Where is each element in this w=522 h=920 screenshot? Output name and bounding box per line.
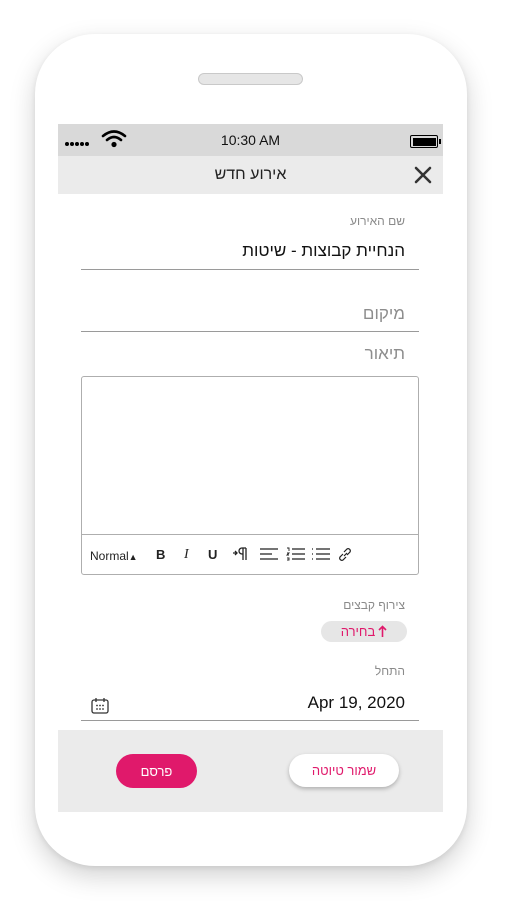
start-label: התחל [374,664,405,678]
page-title: אירוע חדש [214,166,287,183]
ordered-list-icon[interactable] [286,547,306,561]
app-screen: 10:30 AM אירוע חדש שם האירוע הנחיית קבוצ… [58,124,443,812]
bullet-list-icon[interactable] [311,547,331,561]
description-textarea[interactable] [82,377,418,534]
italic-button[interactable]: I [184,547,189,563]
underline-button[interactable]: U [208,547,217,562]
link-icon[interactable] [337,547,353,562]
start-date-underline [81,720,419,721]
choose-file-button[interactable]: בחירה [321,621,407,642]
bold-button[interactable]: B [156,547,165,562]
select-arrows-icon: ▲︎ [128,552,138,562]
choose-file-label: בחירה [340,624,376,639]
calendar-icon[interactable] [91,697,109,714]
align-icon[interactable] [259,547,279,561]
text-direction-icon[interactable] [232,546,248,561]
battery-icon [410,135,438,148]
event-name-input[interactable]: הנחיית קבוצות - שיטות [242,241,405,261]
status-time: 10:30 AM [220,132,281,148]
event-name-underline [81,269,419,270]
close-icon[interactable] [414,166,432,184]
status-bar: 10:30 AM [58,124,443,156]
footer-bar: פרסם שמור טיוטה [58,730,443,812]
description-label: תיאור [364,344,405,363]
battery-tip [439,139,441,144]
location-input[interactable]: מיקום [363,304,405,324]
format-select-label: Normal [90,549,129,563]
event-name-label: שם האירוע [349,214,405,228]
start-date-input[interactable]: Apr 19, 2020 [308,693,405,713]
attachments-label: צירוף קבצים [343,598,405,612]
publish-button[interactable]: פרסם [116,754,197,788]
save-draft-button[interactable]: שמור טיוטה [289,754,399,787]
upload-arrow-icon [378,625,387,637]
phone-speaker [198,73,303,85]
title-bar: אירוע חדש [58,156,443,194]
editor-toolbar: Normal▲︎ B I U [82,534,418,575]
location-underline [81,331,419,332]
format-select[interactable]: Normal▲︎ [90,549,138,563]
description-editor: Normal▲︎ B I U [81,376,419,575]
